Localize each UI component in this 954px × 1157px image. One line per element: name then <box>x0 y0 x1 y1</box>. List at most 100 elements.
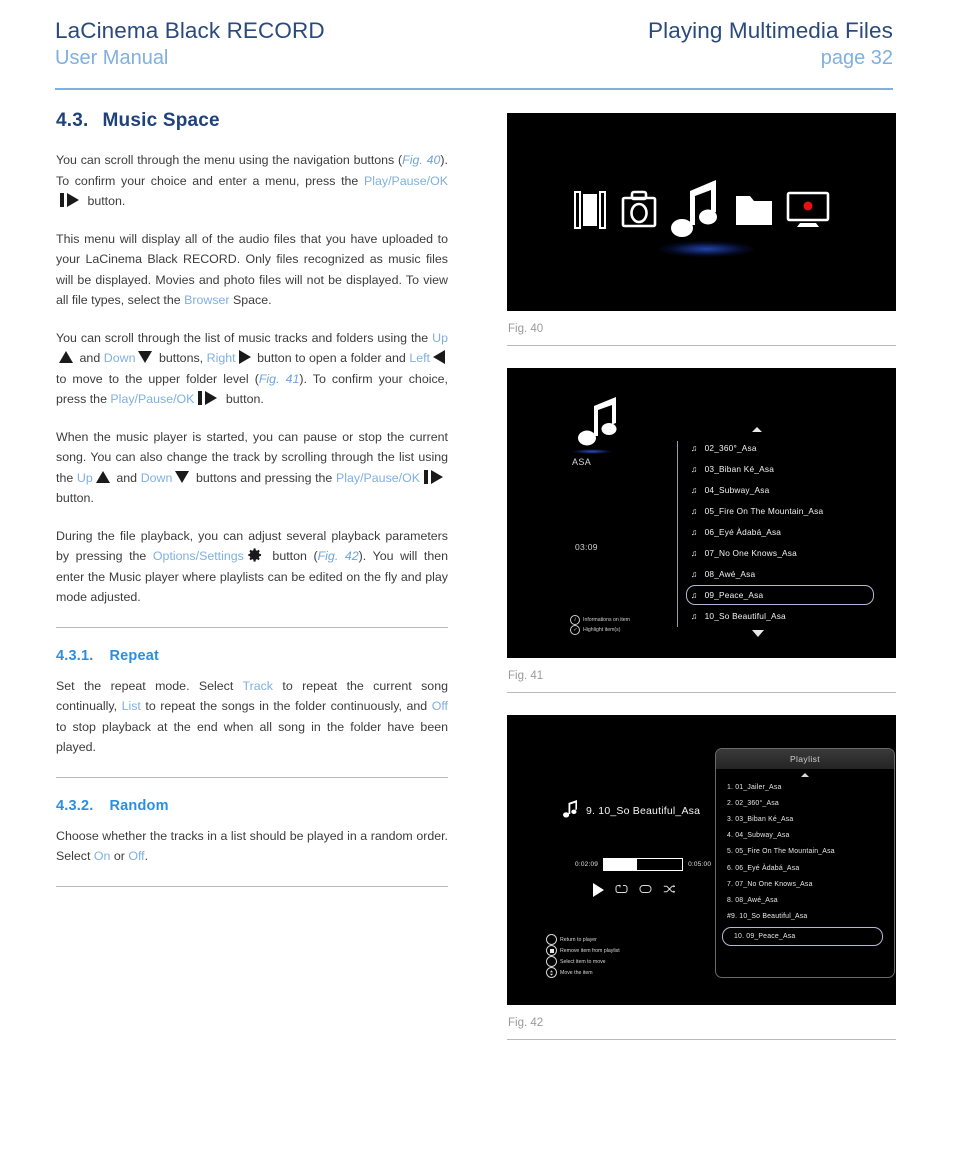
list-item-selected[interactable]: ♫ 09_Peace_Asa <box>686 584 878 605</box>
legend-label: Remove item from playlist <box>560 947 620 954</box>
subsection-title: Random <box>109 797 169 814</box>
subsection-random-title: 4.3.2. Random <box>56 798 448 814</box>
list-item[interactable]: ♫ 03_Biban Ké_Asa <box>686 458 878 479</box>
scroll-down-arrow-icon[interactable] <box>752 630 764 637</box>
list-item[interactable]: ♫ 08_Awé_Asa <box>686 563 878 584</box>
header-divider <box>55 88 893 90</box>
playlist-item[interactable]: 5. 05_Fire On The Mountain_Asa <box>727 844 894 860</box>
figure-41-legend: i Informations on item ✓ Highlight item(… <box>570 615 630 635</box>
now-playing-title: 9. 10_So Beautiful_Asa <box>586 805 701 817</box>
down-arrow-icon <box>138 351 153 363</box>
playlist-item-selected[interactable]: 10. 09_Peace_Asa <box>722 926 883 946</box>
text-run: and <box>112 470 141 485</box>
progress-fill <box>604 859 637 870</box>
shuffle-icon[interactable] <box>663 881 676 899</box>
playlist-item-current[interactable]: #9. 10_So Beautiful_Asa <box>727 909 894 925</box>
text-run: You can scroll through the menu using th… <box>56 153 403 167</box>
playlist-items[interactable]: 1. 01_Jailer_Asa 2. 02_360°_Asa 3. 03_Bi… <box>716 779 894 946</box>
paragraph-audio-files: This menu will display all of the audio … <box>56 229 448 311</box>
figure-40: Fig. 40 <box>507 113 896 346</box>
track-list[interactable]: ♫ 02_360°_Asa ♫ 03_Biban Ké_Asa ♫ 04_Subway… <box>686 437 878 626</box>
figures-column: Fig. 40 ASA 03:09 i Informations on item… <box>507 113 896 1040</box>
text-run: You can scroll through the list of music… <box>56 330 433 345</box>
total-time: 0:05:00 <box>688 861 712 868</box>
track-name: 03_Biban Ké_Asa <box>704 463 775 474</box>
playlist-item[interactable]: 8. 08_Awé_Asa <box>727 892 894 908</box>
progress-bar[interactable] <box>603 858 684 871</box>
playpause-label: Play/Pause/OK <box>363 173 448 188</box>
up-arrow-icon <box>59 351 73 363</box>
right-arrow-icon <box>238 350 251 364</box>
option-on: On <box>93 849 111 863</box>
text-run: to repeat the songs in the folder contin… <box>140 699 432 713</box>
scroll-up-arrow-icon[interactable] <box>752 427 762 432</box>
list-item[interactable]: ♫ 04_Subway_Asa <box>686 479 878 500</box>
paragraph-navigation: You can scroll through the menu using th… <box>56 150 448 212</box>
list-item[interactable]: ♫ 07_No One Knows_Asa <box>686 542 878 563</box>
track-name: 06_Eyé Àdabá_Asa <box>704 526 782 537</box>
legend-label: Return to player <box>560 936 597 943</box>
legend-label: Move the item <box>560 969 593 976</box>
player-controls[interactable] <box>593 881 676 899</box>
recorder-tv-icon <box>786 191 830 234</box>
now-playing: 9. 10_So Beautiful_Asa <box>563 800 700 822</box>
page-title: 4.3. Music Space <box>56 110 448 132</box>
text-run: button. <box>84 194 126 208</box>
figure-divider <box>507 345 896 346</box>
playlist-item[interactable]: 7. 07_No One Knows_Asa <box>727 876 894 892</box>
playlist-item[interactable]: 6. 06_Eyé Àdabá_Asa <box>727 860 894 876</box>
playlist-panel[interactable]: Playlist 1. 01_Jailer_Asa 2. 02_360°_Asa… <box>715 748 895 978</box>
up-arrow-icon <box>95 470 110 483</box>
playlist-item[interactable]: 1. 01_Jailer_Asa <box>727 779 894 795</box>
figure-41-caption: Fig. 41 <box>508 670 544 682</box>
playlist-item[interactable]: 2. 02_360°_Asa <box>727 795 894 811</box>
legend-item: Select item to move <box>546 956 620 967</box>
scroll-up-arrow-icon[interactable] <box>801 773 809 777</box>
repeat-track-icon[interactable] <box>615 881 628 899</box>
track-name: 10_So Beautiful_Asa <box>704 610 786 621</box>
text-run: button to open a folder and <box>253 351 410 365</box>
legend-label: Informations on item <box>583 616 630 623</box>
list-item[interactable]: ♫ 10_So Beautiful_Asa <box>686 605 878 626</box>
down-label: Down <box>140 470 173 485</box>
duration-label: 03:09 <box>575 542 598 552</box>
text-run: button ( <box>265 549 318 563</box>
track-name: 02_360°_Asa <box>704 442 757 453</box>
legend-item: Return to player <box>546 934 620 945</box>
legend-item: i Informations on item <box>570 615 630 625</box>
note-icon: ♫ <box>691 505 698 516</box>
note-icon: ♫ <box>691 463 698 474</box>
figure-41: ASA 03:09 i Informations on item ✓ Highl… <box>507 368 896 693</box>
figure-divider <box>507 1039 896 1040</box>
note-icon <box>563 800 578 822</box>
play-pause-ok-icon <box>59 193 81 207</box>
playlist-item[interactable]: 3. 03_Biban Ké_Asa <box>727 811 894 827</box>
playlist-panel-title: Playlist <box>716 749 894 769</box>
folder-icon <box>735 192 773 233</box>
list-item[interactable]: ♫ 05_Fire On The Mountain_Asa <box>686 500 878 521</box>
section-title: Music Space <box>102 110 220 131</box>
subsection-title: Repeat <box>109 647 160 664</box>
paragraph-options: During the file playback, you can adjust… <box>56 526 448 608</box>
figure-42-image: 9. 10_So Beautiful_Asa 0:02:09 0:05:00 R… <box>507 715 896 1005</box>
playback-progress[interactable]: 0:02:09 0:05:00 <box>575 858 711 871</box>
film-strip-icon <box>573 190 608 235</box>
note-icon: ♫ <box>691 568 698 579</box>
play-icon[interactable] <box>593 883 604 897</box>
legend-item: Remove item from playlist <box>546 945 620 956</box>
option-off: Off <box>128 849 145 863</box>
option-off: Off <box>431 699 449 713</box>
up-label: Up <box>432 330 448 345</box>
list-item[interactable]: ♫ 06_Eyé Àdabá_Asa <box>686 521 878 542</box>
figure-ref-41: Fig. 41 <box>258 371 300 386</box>
text-run: Set the repeat mode. Select <box>56 678 243 693</box>
list-item[interactable]: ♫ 02_360°_Asa <box>686 437 878 458</box>
subsection-number: 4.3.1. <box>56 647 94 664</box>
document-type: User Manual <box>55 47 169 69</box>
repeat-all-icon[interactable] <box>639 881 652 899</box>
paragraph-random: Choose whether the tracks in a list shou… <box>56 826 448 867</box>
return-button-icon <box>546 934 557 945</box>
playlist-item[interactable]: 4. 04_Subway_Asa <box>727 828 894 844</box>
note-icon: ♫ <box>691 442 698 453</box>
text-run: . <box>144 849 149 863</box>
